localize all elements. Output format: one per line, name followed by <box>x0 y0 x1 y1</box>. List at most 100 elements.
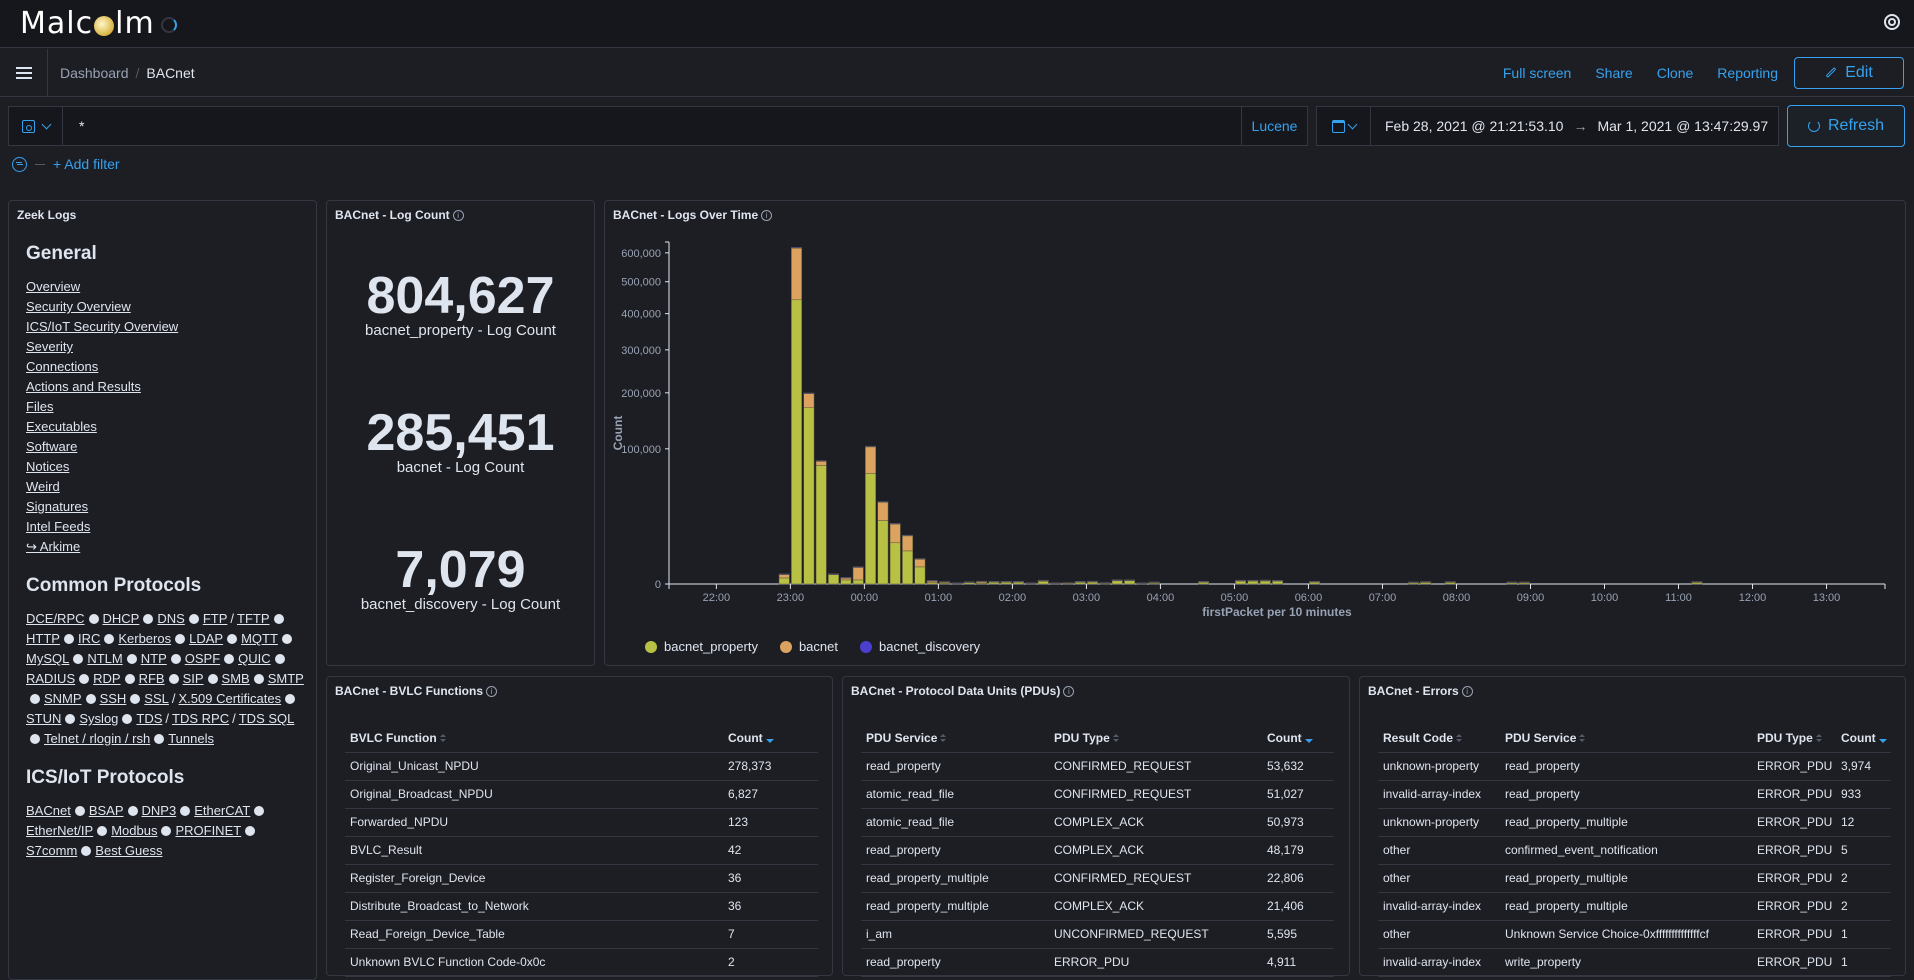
bar-segment-bacnet-property[interactable] <box>840 579 852 585</box>
info-icon[interactable]: i <box>1063 685 1075 697</box>
bar-segment-bacnet-property[interactable] <box>1124 580 1136 585</box>
table-row[interactable]: invalid-array-index read_property_multipl… <box>1378 892 1891 921</box>
bar-segment-bacnet-discovery[interactable] <box>1013 581 1024 583</box>
protocol-link-ethernet-ip[interactable]: EtherNet/IP <box>26 823 93 838</box>
protocol-link-http[interactable]: HTTP <box>26 631 60 646</box>
protocol-link-dce-rpc[interactable]: DCE/RPC <box>26 611 85 626</box>
bar-segment-bacnet-discovery[interactable] <box>791 247 802 249</box>
table-row[interactable]: read_property COMPLEX_ACK 48,179 <box>861 836 1334 865</box>
bar-segment-bacnet-discovery[interactable] <box>1407 581 1419 584</box>
add-filter-button[interactable]: + Add filter <box>53 156 120 172</box>
sort-descending-icon[interactable] <box>1878 738 1887 743</box>
table-row[interactable]: atomic_read_file CONFIRMED_REQUEST 51,027 <box>861 780 1334 809</box>
info-icon[interactable]: i <box>486 685 497 697</box>
full-screen-button[interactable]: Full screen <box>1503 65 1571 81</box>
table-row[interactable]: Distribute_Broadcast_to_Network 36 <box>345 892 818 921</box>
help-lifebuoy-icon[interactable] <box>1884 14 1900 30</box>
protocol-link-bacnet[interactable]: BACnet <box>26 803 71 818</box>
sort-icon[interactable] <box>1815 733 1822 743</box>
protocol-link-dnp3[interactable]: DNP3 <box>142 803 177 818</box>
protocol-link-ssl[interactable]: SSL <box>144 691 169 706</box>
reporting-button[interactable]: Reporting <box>1717 65 1778 81</box>
protocol-link-bsap[interactable]: BSAP <box>89 803 124 818</box>
bar-segment-bacnet-discovery[interactable] <box>1506 581 1518 584</box>
protocol-link-kerberos[interactable]: Kerberos <box>118 631 171 646</box>
protocol-link-dhcp[interactable]: DHCP <box>103 611 140 626</box>
nav-link-ics-iot-security-overview[interactable]: ICS/IoT Security Overview <box>26 317 178 337</box>
table-row[interactable]: BVLC_Result 42 <box>345 836 818 865</box>
protocol-link-tftp[interactable]: TFTP <box>237 611 270 626</box>
bar-segment-bacnet-property[interactable] <box>1235 580 1247 585</box>
sort-icon[interactable] <box>940 733 947 743</box>
bar-segment-bacnet-discovery[interactable] <box>1198 581 1210 583</box>
table-row[interactable]: unknown-property read_property ERROR_PDU 3,… <box>1378 752 1891 781</box>
table-row[interactable]: Forwarded_NPDU 123 <box>345 808 818 837</box>
bar-segment-bacnet-property[interactable] <box>889 542 901 585</box>
bar-segment-bacnet-property[interactable] <box>1037 581 1049 585</box>
bar-segment-bacnet-discovery[interactable] <box>1037 579 1049 582</box>
search-query-input[interactable] <box>63 107 1241 145</box>
protocol-link-smb[interactable]: SMB <box>222 671 250 686</box>
protocol-link-ftp[interactable]: FTP <box>203 611 228 626</box>
sort-descending-icon[interactable] <box>765 738 774 743</box>
table-row[interactable]: read_property_multiple COMPLEX_ACK 21,406 <box>861 892 1334 921</box>
column-header-bvlc-function[interactable]: BVLC Function <box>345 724 723 753</box>
bar-segment-bacnet-property[interactable] <box>902 550 913 585</box>
bar-segment-bacnet-discovery[interactable] <box>939 581 950 583</box>
protocol-link-ethercat[interactable]: EtherCAT <box>194 803 250 818</box>
bar-segment-bacnet-property[interactable] <box>778 577 790 585</box>
bar-segment-bacnet[interactable] <box>778 574 790 579</box>
saved-queries-button[interactable] <box>9 107 63 145</box>
sort-icon[interactable] <box>1456 733 1463 743</box>
protocol-link-quic[interactable]: QUIC <box>238 651 271 666</box>
refresh-button[interactable]: Refresh <box>1787 105 1905 147</box>
bar-segment-bacnet-discovery[interactable] <box>877 501 889 503</box>
protocol-link-tds-sql[interactable]: TDS SQL <box>239 711 295 726</box>
bar-segment-bacnet-discovery[interactable] <box>828 573 839 575</box>
protocol-link-ospf[interactable]: OSPF <box>185 651 220 666</box>
table-row[interactable]: other Unknown Service Choice-0xffffffffff… <box>1378 920 1891 949</box>
bar-segment-bacnet-discovery[interactable] <box>1691 581 1703 583</box>
bar-segment-bacnet-discovery[interactable] <box>778 573 790 575</box>
protocol-link-ldap[interactable]: LDAP <box>189 631 223 646</box>
clone-button[interactable]: Clone <box>1657 65 1694 81</box>
bar-segment-bacnet[interactable] <box>914 558 926 568</box>
table-row[interactable]: atomic_read_file COMPLEX_ACK 50,973 <box>861 808 1334 837</box>
bar-segment-bacnet-discovery[interactable] <box>1259 579 1271 582</box>
query-language-button[interactable]: Lucene <box>1241 107 1307 145</box>
sort-icon[interactable] <box>1112 733 1119 743</box>
bar-segment-bacnet-discovery[interactable] <box>1124 579 1136 581</box>
bar-segment-bacnet-discovery[interactable] <box>1111 579 1123 581</box>
bar-segment-bacnet-discovery[interactable] <box>1136 582 1148 584</box>
nav-link-arkime[interactable]: ↪ Arkime <box>26 537 80 557</box>
protocol-link-telnet-rlogin-rsh[interactable]: Telnet / rlogin / rsh <box>44 731 150 746</box>
bar-segment-bacnet-discovery[interactable] <box>963 581 975 583</box>
column-header-count[interactable]: Count <box>1836 724 1891 753</box>
bar-segment-bacnet-discovery[interactable] <box>1062 582 1074 584</box>
bar-segment-bacnet-discovery[interactable] <box>926 580 938 582</box>
table-row[interactable]: other confirmed_event_notification ERROR_P… <box>1378 836 1891 865</box>
bar-segment-bacnet-discovery[interactable] <box>1444 581 1456 583</box>
bar-segment-bacnet-property[interactable] <box>852 579 864 585</box>
table-row[interactable]: Original_Unicast_NPDU 278,373 <box>345 752 818 781</box>
bar-segment-bacnet-property[interactable] <box>803 407 815 585</box>
nav-link-executables[interactable]: Executables <box>26 417 97 437</box>
bar-segment-bacnet-discovery[interactable] <box>1272 580 1284 582</box>
bar-segment-bacnet-property[interactable] <box>914 566 926 585</box>
sort-icon[interactable] <box>1579 733 1586 743</box>
bar-segment-bacnet-discovery[interactable] <box>1247 579 1259 582</box>
bar-segment-bacnet-property[interactable] <box>1111 580 1123 585</box>
bar-segment-bacnet-discovery[interactable] <box>803 392 815 394</box>
bar-segment-bacnet-discovery[interactable] <box>1050 582 1062 584</box>
protocol-link-dns[interactable]: DNS <box>157 611 184 626</box>
bar-segment-bacnet[interactable] <box>791 247 802 301</box>
protocol-link-ntlm[interactable]: NTLM <box>87 651 122 666</box>
nav-link-severity[interactable]: Severity <box>26 337 73 357</box>
column-header-pdu-type[interactable]: PDU Type <box>1752 724 1836 753</box>
bar-segment-bacnet-discovery[interactable] <box>1235 579 1247 582</box>
table-row[interactable]: read_property CONFIRMED_REQUEST 53,632 <box>861 752 1334 781</box>
info-icon[interactable]: i <box>1461 685 1473 697</box>
table-row[interactable]: unknown-property read_property_multiple ER… <box>1378 808 1891 837</box>
protocol-link-tds-rpc[interactable]: TDS RPC <box>172 711 229 726</box>
protocol-link-rdp[interactable]: RDP <box>93 671 120 686</box>
